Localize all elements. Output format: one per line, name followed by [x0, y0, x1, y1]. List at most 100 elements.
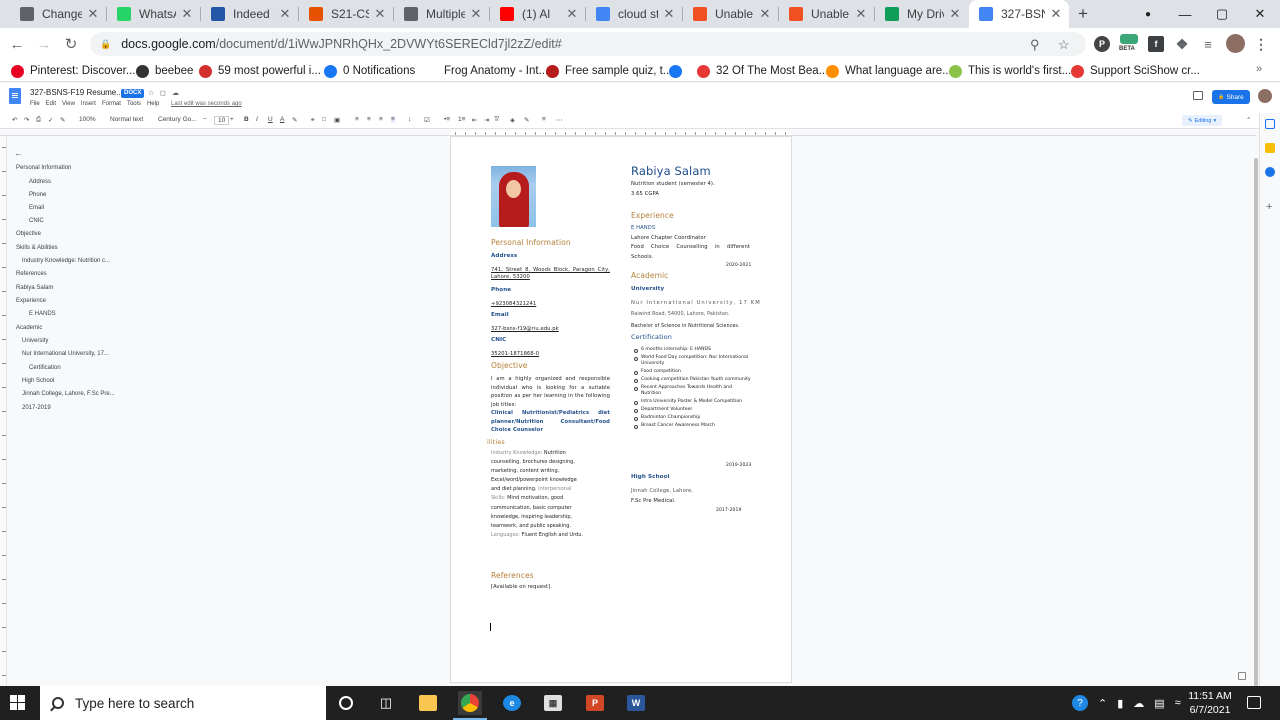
beta-extension-icon[interactable]: [1120, 34, 1138, 44]
edge-icon[interactable]: e: [500, 691, 524, 715]
text-color-button[interactable]: A: [280, 116, 284, 123]
add-addon-icon[interactable]: +: [1266, 201, 1272, 213]
tab-5[interactable]: Multiple- ✕: [394, 0, 489, 28]
outline-item[interactable]: CNIC: [29, 218, 44, 224]
tab-7[interactable]: cloud sto ✕: [586, 0, 682, 28]
outline-item[interactable]: Rabiya Salam: [16, 285, 53, 291]
notification-center-icon[interactable]: [1247, 696, 1261, 709]
bookmark-star-icon[interactable]: ☆: [1058, 37, 1070, 53]
pinterest-extension-icon[interactable]: P: [1094, 36, 1110, 52]
font-size-increase-button[interactable]: +: [230, 116, 234, 123]
outline-item[interactable]: Nur International University, 17...: [22, 351, 109, 357]
outline-item[interactable]: Jinnah College, Lahore, F.Sc Pre...: [22, 391, 115, 397]
menu-insert[interactable]: Insert: [81, 101, 96, 107]
numbered-list-icon[interactable]: 1≡: [458, 116, 465, 123]
tab-3[interactable]: Indeed Re ✕: [201, 0, 298, 28]
tab-10[interactable]: My Drive ✕: [875, 0, 968, 28]
align-right-icon[interactable]: ≡: [379, 116, 383, 123]
bookmark-11[interactable]: Support SciShow cr...: [1071, 63, 1200, 79]
outline-item[interactable]: High School: [22, 378, 54, 384]
spellcheck-icon[interactable]: ✓: [48, 116, 53, 124]
word-icon[interactable]: W: [624, 691, 648, 715]
close-window-button[interactable]: ✕: [1241, 0, 1279, 28]
tab-11[interactable]: 327-BSNS ✕: [969, 0, 1069, 28]
tab-1[interactable]: Change In ✕: [10, 0, 106, 28]
keep-icon[interactable]: [1265, 143, 1275, 153]
bookmark-7[interactable]: [669, 63, 688, 79]
help-icon[interactable]: ?: [1072, 695, 1088, 711]
close-tab-icon[interactable]: ✕: [86, 6, 100, 22]
outline-item[interactable]: Personal Information: [16, 165, 71, 171]
menu-help[interactable]: Help: [147, 101, 159, 107]
style-select[interactable]: Normal text: [110, 116, 143, 123]
facebook-extension-icon[interactable]: f: [1148, 36, 1164, 52]
bookmark-8[interactable]: 32 Of The Most Bea...: [697, 63, 828, 79]
cloud-icon[interactable]: ☁: [1133, 697, 1144, 710]
checklist-icon[interactable]: ☑: [424, 116, 430, 124]
maximize-button[interactable]: ▢: [1203, 0, 1241, 28]
menu-view[interactable]: View: [62, 101, 75, 107]
underline-button[interactable]: U: [268, 116, 273, 123]
file-explorer-icon[interactable]: [416, 691, 440, 715]
decrease-indent-icon[interactable]: ⇤: [472, 116, 477, 124]
comment-history-icon[interactable]: [1193, 91, 1203, 100]
explore-icon[interactable]: [1238, 672, 1246, 680]
line-spacing-icon[interactable]: ↕: [408, 116, 411, 123]
menu-format[interactable]: Format: [102, 101, 121, 107]
menu-file[interactable]: File: [30, 101, 40, 107]
close-outline-icon[interactable]: ←: [14, 148, 23, 158]
close-tab-icon[interactable]: ✕: [278, 6, 292, 22]
reload-button[interactable]: ↻: [60, 34, 82, 54]
redo-icon[interactable]: ↷: [24, 116, 29, 124]
cortana-icon[interactable]: [334, 691, 358, 715]
forward-button[interactable]: →: [33, 34, 55, 54]
tab-6[interactable]: (1) Al ✕: [490, 0, 585, 28]
tab-4[interactable]: S21-CSCS ✕: [299, 0, 393, 28]
share-button[interactable]: 🔒 Share: [1212, 90, 1250, 104]
align-left-icon[interactable]: ≡: [355, 116, 359, 123]
document-scrollbar[interactable]: [1254, 158, 1258, 686]
chrome-taskbar-icon[interactable]: [458, 691, 482, 715]
last-edit-link[interactable]: Last edit was seconds ago: [171, 101, 242, 107]
close-tab-icon[interactable]: ✕: [948, 6, 962, 22]
undo-icon[interactable]: ↶: [12, 116, 17, 124]
outline-item[interactable]: Experience: [16, 298, 46, 304]
windows-start-button[interactable]: [10, 695, 26, 711]
cloud-status-icon[interactable]: ☁: [172, 89, 179, 97]
italic-button[interactable]: I: [256, 116, 258, 123]
task-view-icon[interactable]: ◫: [374, 691, 398, 715]
horizontal-ruler[interactable]: [451, 130, 791, 136]
link-icon[interactable]: ⚭: [310, 116, 315, 124]
collapse-toolbar-icon[interactable]: ⌃: [1246, 116, 1251, 124]
close-tab-icon[interactable]: ✕: [854, 6, 868, 22]
close-tab-icon[interactable]: ✕: [180, 6, 194, 22]
battery-icon[interactable]: ▮: [1117, 697, 1123, 710]
outline-item[interactable]: Skills & Abilities: [16, 245, 58, 251]
bookmark-9[interactable]: What language are...: [826, 63, 952, 79]
tab-2[interactable]: WhatsApp ✕: [107, 0, 200, 28]
bookmark-10[interactable]: This is world's first...: [949, 63, 1071, 79]
taskbar-search[interactable]: Type here to search: [40, 686, 326, 720]
calendar-icon[interactable]: [1265, 119, 1275, 129]
close-tab-icon[interactable]: ✕: [469, 6, 483, 22]
close-tab-icon[interactable]: ✕: [565, 6, 579, 22]
image-icon[interactable]: ▣: [334, 116, 340, 124]
zoom-icon[interactable]: ⚲: [1030, 37, 1040, 53]
show-hidden-icons[interactable]: ⌃: [1098, 697, 1107, 710]
outline-item[interactable]: E HANDS: [29, 311, 56, 317]
wifi-icon[interactable]: ≈: [1175, 697, 1181, 709]
outline-item[interactable]: Phone: [29, 192, 46, 198]
border-width-icon[interactable]: ≡: [542, 116, 546, 123]
close-tab-icon[interactable]: ✕: [373, 6, 387, 22]
extensions-puzzle-icon[interactable]: ❖: [1174, 36, 1190, 52]
bold-button[interactable]: B: [244, 116, 249, 123]
align-center-icon[interactable]: ≡: [367, 116, 371, 123]
close-tab-icon[interactable]: ✕: [758, 6, 772, 22]
outline-item[interactable]: Email: [29, 205, 44, 211]
outline-item[interactable]: University: [22, 338, 48, 344]
outline-item[interactable]: Certification: [29, 365, 61, 371]
bookmark-5[interactable]: Frog Anatomy - Int...: [425, 63, 548, 79]
font-select[interactable]: Century Go...: [158, 116, 197, 123]
bookmark-2[interactable]: beebee: [136, 63, 193, 79]
new-tab-button[interactable]: +: [1073, 0, 1093, 28]
